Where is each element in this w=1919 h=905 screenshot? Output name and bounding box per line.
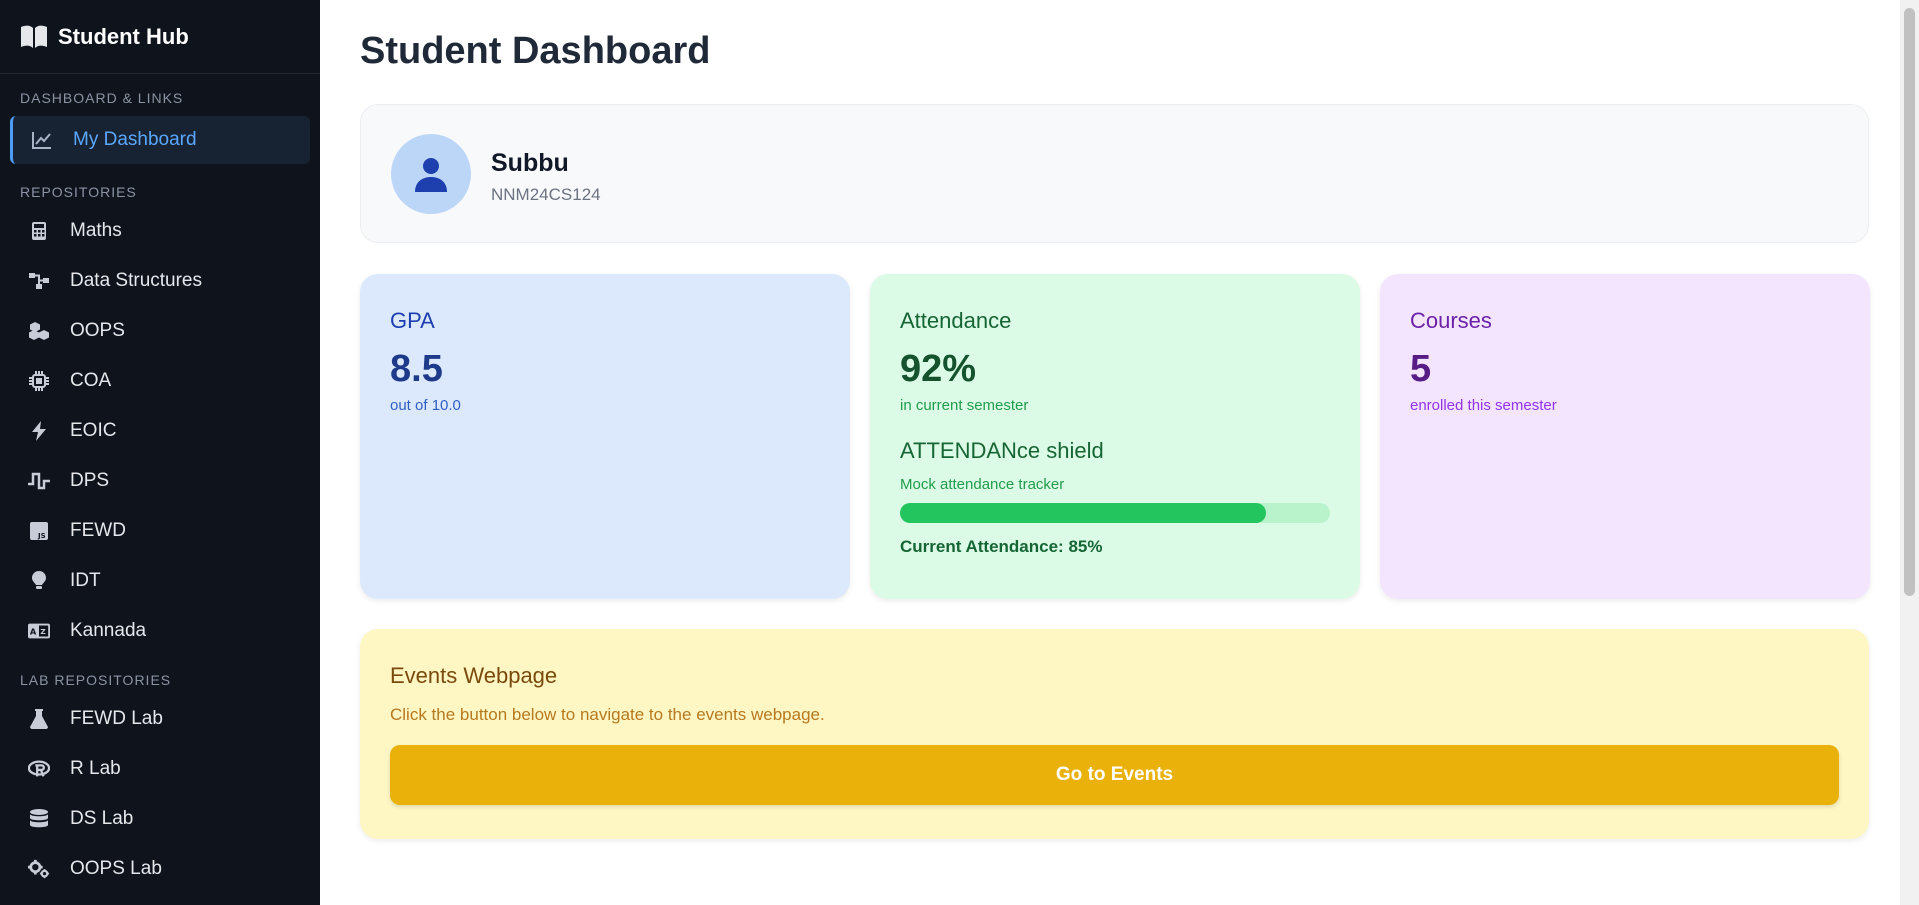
sidebar-item-label: IDT [70, 570, 101, 591]
profile-card: Subbu NNM24CS124 [360, 104, 1869, 243]
sidebar-item-label: FEWD [70, 520, 126, 541]
gears-icon [28, 858, 50, 880]
attendance-card: Attendance 92% in current semester ATTEN… [870, 274, 1360, 599]
sidebar-item-my-dashboard[interactable]: My Dashboard [10, 116, 310, 164]
profile-id: NNM24CS124 [491, 185, 601, 204]
bolt-icon [28, 420, 50, 442]
scrollbar-thumb[interactable] [1904, 8, 1915, 596]
sidebar-item-label: DS Lab [70, 808, 134, 829]
microchip-icon [28, 370, 50, 392]
chart-line-icon [31, 129, 53, 151]
sidebar: Student Hub DASHBOARD & LINKS My Dashboa… [0, 0, 320, 905]
attendance-progress-fill [900, 503, 1266, 523]
sidebar-item-label: Maths [70, 220, 122, 241]
book-open-icon [21, 25, 47, 48]
svg-text:Z: Z [40, 627, 45, 636]
sidebar-item-data-structures[interactable]: Data Structures [0, 256, 320, 306]
sitemap-icon [28, 270, 50, 292]
svg-text:JS: JS [37, 532, 46, 540]
gpa-card: GPA 8.5 out of 10.0 [360, 274, 850, 599]
events-description: Click the button below to navigate to th… [390, 705, 825, 724]
attendance-value: 92% [900, 348, 977, 390]
sidebar-item-label: EOIC [70, 420, 117, 441]
sidebar-item-maths[interactable]: Maths [0, 206, 320, 256]
sidebar-item-oops-lab[interactable]: OOPS Lab [0, 844, 320, 894]
wave-square-icon [28, 470, 50, 492]
sidebar-item-label: OOPS [70, 320, 125, 341]
database-icon [28, 808, 50, 830]
events-card: Events Webpage Click the button below to… [360, 629, 1869, 839]
section-label-lab-repositories: LAB REPOSITORIES [20, 672, 172, 688]
sidebar-item-eoic[interactable]: EOIC [0, 406, 320, 456]
sidebar-item-oops[interactable]: OOPS [0, 306, 320, 356]
language-icon: AZ [28, 620, 50, 642]
courses-sub: enrolled this semester [1410, 397, 1557, 414]
attendance-shield-title: ATTENDANce shield [900, 438, 1104, 463]
sidebar-item-fewd-lab[interactable]: FEWD Lab [0, 694, 320, 744]
profile-name: Subbu [491, 149, 569, 177]
go-to-events-button[interactable]: Go to Events [390, 745, 1839, 805]
sidebar-item-r-lab[interactable]: R Lab [0, 744, 320, 794]
sidebar-item-dps[interactable]: DPS [0, 456, 320, 506]
sidebar-item-label: R Lab [70, 758, 121, 779]
events-title: Events Webpage [390, 663, 558, 688]
gpa-title: GPA [390, 308, 435, 333]
courses-value: 5 [1410, 348, 1432, 390]
calculator-icon [28, 220, 50, 242]
section-label-repositories: REPOSITORIES [20, 184, 137, 200]
attendance-current: Current Attendance: 85% [900, 537, 1103, 556]
sidebar-item-coa[interactable]: COA [0, 356, 320, 406]
sidebar-item-label: COA [70, 370, 112, 391]
section-label-dashboard: DASHBOARD & LINKS [20, 90, 184, 106]
flask-icon [28, 708, 50, 730]
sidebar-item-label: Data Structures [70, 270, 202, 291]
brand[interactable]: Student Hub [0, 0, 320, 74]
attendance-sub: in current semester [900, 397, 1029, 414]
gpa-value: 8.5 [390, 348, 443, 390]
sidebar-item-label: My Dashboard [73, 129, 197, 150]
courses-title: Courses [1410, 308, 1492, 333]
gpa-sub: out of 10.0 [390, 397, 461, 414]
page-scrollbar[interactable] [1900, 0, 1919, 905]
brand-title: Student Hub [58, 23, 189, 49]
lightbulb-icon [28, 570, 50, 592]
cubes-icon [28, 320, 50, 342]
sidebar-item-idt[interactable]: IDT [0, 556, 320, 606]
sidebar-item-label: DPS [70, 470, 110, 491]
svg-text:A: A [30, 627, 37, 637]
sidebar-item-ds-lab[interactable]: DS Lab [0, 794, 320, 844]
attendance-progress-bar [900, 503, 1330, 523]
courses-card: Courses 5 enrolled this semester [1380, 274, 1870, 599]
sidebar-item-kannada[interactable]: AZ Kannada [0, 606, 320, 656]
sidebar-item-label: FEWD Lab [70, 708, 163, 729]
sidebar-item-label: Kannada [70, 620, 147, 641]
sidebar-item-fewd[interactable]: JS FEWD [0, 506, 320, 556]
js-file-icon: JS [28, 520, 50, 542]
r-project-icon [28, 758, 50, 780]
user-icon [391, 134, 471, 214]
attendance-mock-label: Mock attendance tracker [900, 476, 1065, 493]
main-content: Student Dashboard Subbu NNM24CS124 GPA 8… [320, 0, 1900, 905]
sidebar-item-label: OOPS Lab [70, 858, 162, 879]
page-title: Student Dashboard [360, 30, 711, 72]
attendance-title: Attendance [900, 308, 1012, 333]
